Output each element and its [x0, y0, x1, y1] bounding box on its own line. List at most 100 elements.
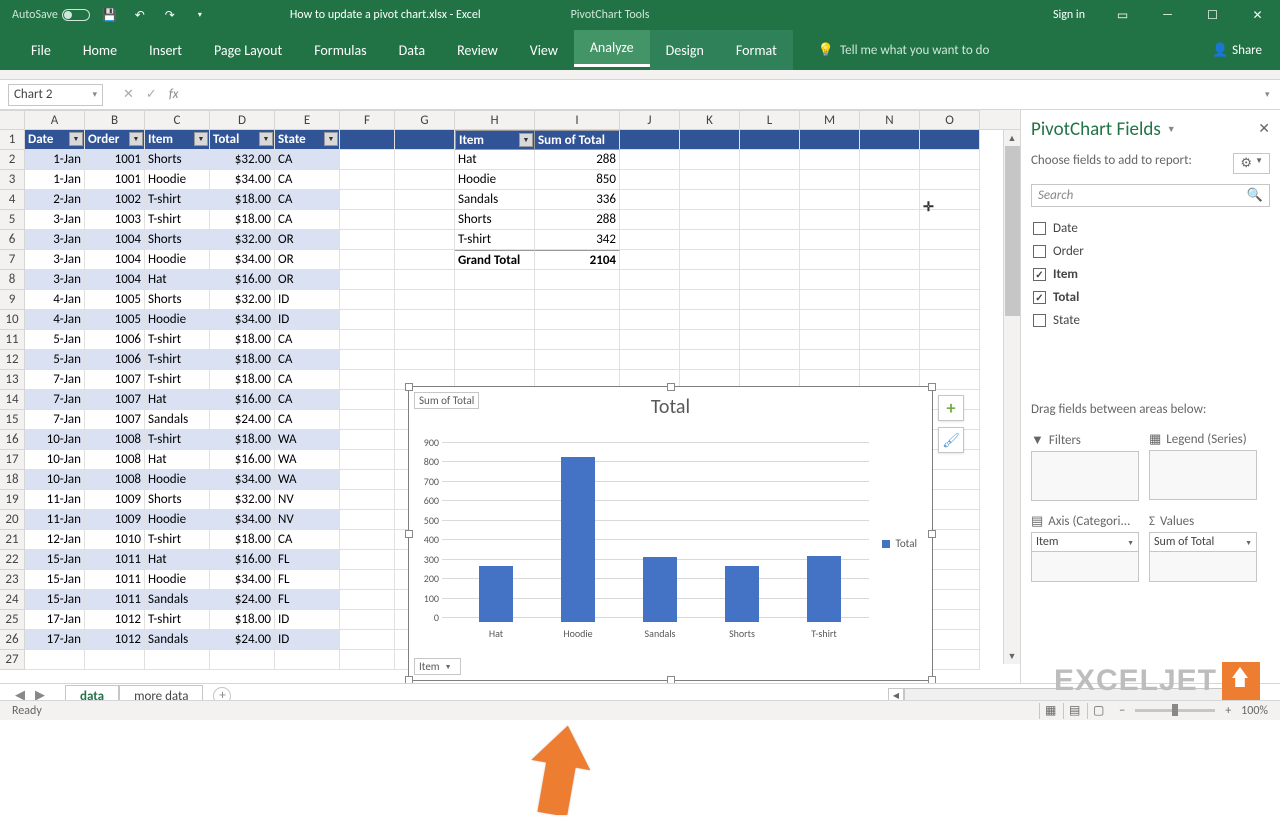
cell[interactable] [920, 350, 980, 370]
cell[interactable]: NV [275, 510, 340, 530]
cell[interactable]: T-shirt [145, 190, 210, 210]
cell[interactable]: ID [275, 310, 340, 330]
cell[interactable]: T-shirt [145, 370, 210, 390]
cell[interactable] [85, 650, 145, 670]
cell[interactable]: 2-Jan [25, 190, 85, 210]
cell[interactable]: Hoodie [145, 570, 210, 590]
cell[interactable] [340, 410, 395, 430]
cell[interactable] [860, 150, 920, 170]
cell[interactable] [740, 310, 800, 330]
cell[interactable] [860, 350, 920, 370]
select-all-corner[interactable] [0, 110, 25, 129]
cell[interactable]: Grand Total [455, 250, 535, 270]
cell[interactable] [800, 170, 860, 190]
cell[interactable] [395, 250, 455, 270]
cell[interactable] [860, 250, 920, 270]
checkbox[interactable] [1033, 268, 1046, 281]
legend-area[interactable]: ▦Legend (Series) [1149, 429, 1257, 501]
cell[interactable]: 12-Jan [25, 530, 85, 550]
cell[interactable] [680, 150, 740, 170]
column-header[interactable]: D [210, 110, 275, 129]
cell[interactable] [860, 270, 920, 290]
cell[interactable] [860, 310, 920, 330]
cell[interactable]: Hoodie [145, 170, 210, 190]
row-header[interactable]: 13 [0, 370, 25, 390]
row-header[interactable]: 22 [0, 550, 25, 570]
cell[interactable] [620, 150, 680, 170]
column-header[interactable]: J [620, 110, 680, 129]
cell[interactable]: T-shirt [145, 530, 210, 550]
cell[interactable] [340, 430, 395, 450]
cell[interactable]: $24.00 [210, 410, 275, 430]
cell[interactable] [340, 230, 395, 250]
cell[interactable]: 1-Jan [25, 170, 85, 190]
cell[interactable]: Date▼ [25, 130, 85, 150]
minimize-icon[interactable]: — [1145, 0, 1190, 30]
row-header[interactable]: 3 [0, 170, 25, 190]
enter-formula-icon[interactable]: ✓ [146, 87, 157, 102]
cell[interactable]: T-shirt [145, 350, 210, 370]
cell[interactable] [340, 390, 395, 410]
cell[interactable] [680, 170, 740, 190]
cell[interactable]: 7-Jan [25, 410, 85, 430]
field-item-order[interactable]: Order [1031, 240, 1270, 263]
cell[interactable]: 2104 [535, 250, 620, 270]
cell[interactable]: Hat [145, 270, 210, 290]
cell[interactable]: 288 [535, 210, 620, 230]
vertical-scrollbar[interactable]: ▲ ▼ [1003, 130, 1020, 664]
cell[interactable] [920, 130, 980, 150]
cell[interactable]: Sandals [145, 590, 210, 610]
cell[interactable]: $18.00 [210, 350, 275, 370]
cell[interactable] [800, 330, 860, 350]
cell[interactable] [395, 230, 455, 250]
cell[interactable]: FL [275, 570, 340, 590]
cell[interactable]: 1008 [85, 430, 145, 450]
cell[interactable] [210, 650, 275, 670]
row-header[interactable]: 11 [0, 330, 25, 350]
cell[interactable] [680, 350, 740, 370]
cell[interactable]: 1008 [85, 450, 145, 470]
cell[interactable] [620, 170, 680, 190]
row-header[interactable]: 10 [0, 310, 25, 330]
cell[interactable] [395, 190, 455, 210]
cell[interactable] [395, 310, 455, 330]
cell[interactable] [860, 330, 920, 350]
cell[interactable] [680, 310, 740, 330]
cell[interactable] [860, 290, 920, 310]
cell[interactable] [680, 290, 740, 310]
column-header[interactable]: N [860, 110, 920, 129]
cell[interactable]: $32.00 [210, 230, 275, 250]
cell[interactable]: 4-Jan [25, 310, 85, 330]
cell[interactable]: Hoodie [145, 310, 210, 330]
cell[interactable] [860, 190, 920, 210]
cell[interactable] [680, 130, 740, 150]
cell[interactable]: 1011 [85, 590, 145, 610]
cell[interactable] [535, 330, 620, 350]
cell[interactable]: $18.00 [210, 530, 275, 550]
cell[interactable] [340, 330, 395, 350]
cell[interactable]: 10-Jan [25, 470, 85, 490]
share-button[interactable]: 👤 Share [1212, 43, 1262, 58]
column-header[interactable]: A [25, 110, 85, 129]
cell[interactable]: 17-Jan [25, 630, 85, 650]
cell[interactable] [620, 230, 680, 250]
cell[interactable]: $16.00 [210, 450, 275, 470]
row-header[interactable]: 20 [0, 510, 25, 530]
checkbox[interactable] [1033, 222, 1046, 235]
cell[interactable]: T-shirt [145, 330, 210, 350]
cell[interactable]: $16.00 [210, 390, 275, 410]
cell[interactable] [535, 270, 620, 290]
cell[interactable]: Hoodie [145, 250, 210, 270]
cell[interactable]: 7-Jan [25, 370, 85, 390]
cell[interactable] [340, 210, 395, 230]
cell[interactable] [395, 150, 455, 170]
cell[interactable]: 1011 [85, 550, 145, 570]
cell[interactable]: Shorts [145, 230, 210, 250]
cell[interactable] [860, 170, 920, 190]
cell[interactable] [340, 290, 395, 310]
cell[interactable]: 1007 [85, 390, 145, 410]
cell[interactable] [620, 210, 680, 230]
row-header[interactable]: 2 [0, 150, 25, 170]
column-header[interactable]: K [680, 110, 740, 129]
chart-plot-area[interactable]: 0100200300400500600700800900 [434, 442, 864, 622]
